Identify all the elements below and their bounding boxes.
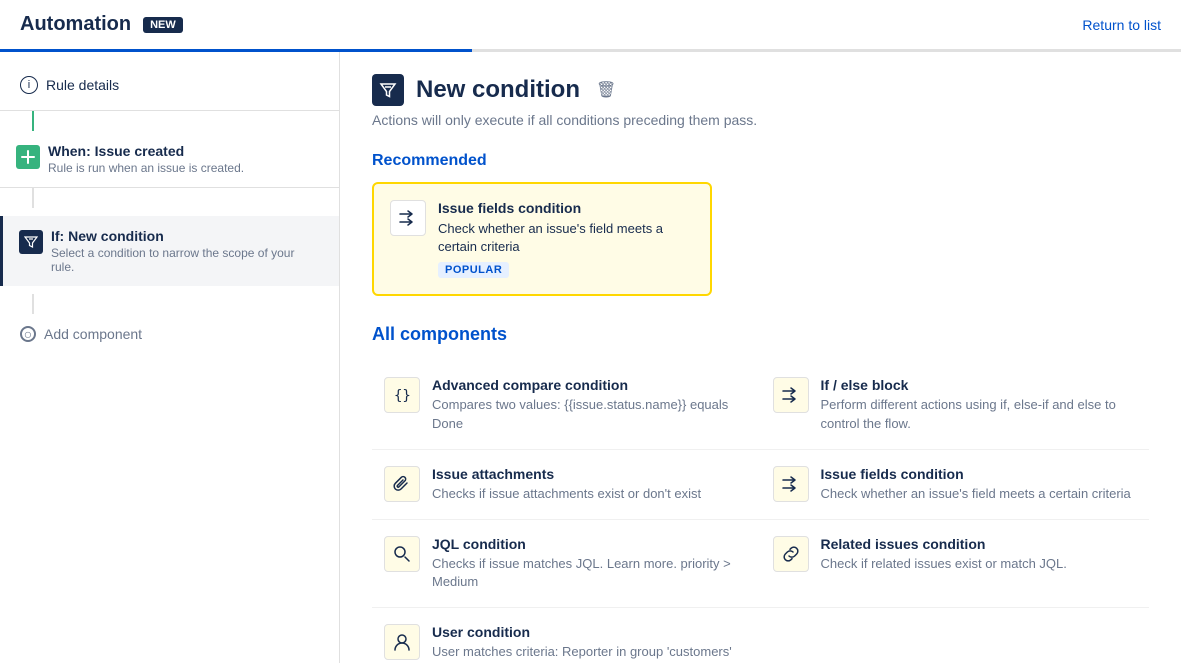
sidebar-rule-details[interactable]: i Rule details — [0, 66, 339, 111]
comp-desc-user-condition: User matches criteria: Reporter in group… — [432, 643, 732, 661]
comp-content-advanced-compare: Advanced compare condition Compares two … — [432, 377, 749, 432]
add-component-button[interactable]: ○ Add component — [0, 314, 339, 354]
sidebar-connector-gray — [32, 188, 34, 208]
progress-bar-fill — [0, 49, 472, 52]
comp-desc-if-else: Perform different actions using if, else… — [821, 396, 1138, 432]
filter-header-icon — [379, 81, 397, 99]
trigger-content: When: Issue created Rule is run when an … — [48, 143, 244, 175]
link-icon — [781, 544, 801, 564]
user-icon-box — [384, 624, 420, 660]
comp-desc-jql: Checks if issue matches JQL. Learn more.… — [432, 555, 749, 591]
app-container: Automation NEW Return to list i Rule det… — [0, 0, 1181, 663]
condition-subtitle: Select a condition to narrow the scope o… — [51, 246, 319, 274]
sidebar-connector-green — [32, 111, 34, 131]
comp-title-attachments: Issue attachments — [432, 466, 701, 482]
component-card-fields-condition[interactable]: Issue fields condition Check whether an … — [761, 450, 1150, 520]
sidebar-connector-gray2 — [32, 294, 34, 314]
info-icon: i — [20, 76, 38, 94]
search-icon — [392, 544, 412, 564]
condition-content: If: New condition Select a condition to … — [51, 228, 319, 274]
condition-icon-box — [19, 230, 43, 254]
all-components-title: All components — [372, 324, 1149, 345]
comp-title-advanced-compare: Advanced compare condition — [432, 377, 749, 393]
trigger-icon-box — [16, 145, 40, 169]
sidebar-trigger[interactable]: When: Issue created Rule is run when an … — [0, 131, 339, 188]
progress-bar-container — [0, 49, 1181, 52]
comp-title-related-issues: Related issues condition — [821, 536, 1067, 552]
comp-title-jql: JQL condition — [432, 536, 749, 552]
recommended-card-content: Issue fields condition Check whether an … — [438, 200, 694, 278]
content-area: New condition 🗑 Actions will only execut… — [340, 50, 1181, 663]
recommended-card-title: Issue fields condition — [438, 200, 694, 216]
recommended-card[interactable]: Issue fields condition Check whether an … — [372, 182, 712, 296]
search-icon-box — [384, 536, 420, 572]
popular-badge: POPULAR — [438, 262, 509, 278]
component-card-if-else[interactable]: If / else block Perform different action… — [761, 361, 1150, 449]
rule-details-label: Rule details — [46, 77, 119, 93]
recommended-card-desc: Check whether an issue's field meets a c… — [438, 220, 694, 256]
comp-content-fields-condition: Issue fields condition Check whether an … — [821, 466, 1131, 503]
recommended-card-icon — [390, 200, 426, 236]
link-icon-box — [773, 536, 809, 572]
shuffle-icon — [398, 208, 418, 228]
fields-condition-icon-box — [773, 466, 809, 502]
code-icon-box: {} — [384, 377, 420, 413]
new-badge: NEW — [143, 17, 183, 33]
component-card-related-issues[interactable]: Related issues condition Check if relate… — [761, 520, 1150, 608]
component-card-attachments[interactable]: Issue attachments Checks if issue attach… — [372, 450, 761, 520]
recommended-section-title: Recommended — [372, 152, 1149, 170]
component-card-user-condition[interactable]: User condition User matches criteria: Re… — [372, 608, 761, 663]
comp-desc-fields-condition: Check whether an issue's field meets a c… — [821, 485, 1131, 503]
trash-icon[interactable]: 🗑 — [596, 80, 616, 100]
comp-content-user-condition: User condition User matches criteria: Re… — [432, 624, 732, 661]
comp-desc-attachments: Checks if issue attachments exist or don… — [432, 485, 701, 503]
attachment-icon — [392, 474, 412, 494]
comp-title-fields-condition: Issue fields condition — [821, 466, 1131, 482]
comp-desc-related-issues: Check if related issues exist or match J… — [821, 555, 1067, 573]
app-title: Automation — [20, 13, 131, 36]
content-subtitle: Actions will only execute if all conditi… — [372, 112, 1149, 128]
condition-title: If: New condition — [51, 228, 319, 244]
trigger-subtitle: Rule is run when an issue is created. — [48, 161, 244, 175]
comp-content-related-issues: Related issues condition Check if relate… — [821, 536, 1067, 573]
content-title: New condition — [416, 76, 580, 104]
filter-icon — [24, 235, 38, 249]
sidebar-condition[interactable]: If: New condition Select a condition to … — [0, 216, 339, 286]
comp-title-if-else: If / else block — [821, 377, 1138, 393]
components-grid: {} Advanced compare condition Compares t… — [372, 361, 1149, 663]
component-card-jql[interactable]: JQL condition Checks if issue matches JQ… — [372, 520, 761, 608]
user-icon — [392, 632, 412, 652]
add-dot-icon: ○ — [20, 326, 36, 342]
comp-content-attachments: Issue attachments Checks if issue attach… — [432, 466, 701, 503]
svg-text:{}: {} — [394, 388, 411, 404]
component-card-advanced-compare[interactable]: {} Advanced compare condition Compares t… — [372, 361, 761, 449]
shuffle-icon3 — [781, 474, 801, 494]
top-bar: Automation NEW Return to list — [0, 0, 1181, 50]
if-else-icon-box — [773, 377, 809, 413]
comp-content-if-else: If / else block Perform different action… — [821, 377, 1138, 432]
main-layout: i Rule details When: Issue created Rule … — [0, 50, 1181, 663]
comp-content-jql: JQL condition Checks if issue matches JQ… — [432, 536, 749, 591]
plus-icon — [21, 150, 35, 164]
attachment-icon-box — [384, 466, 420, 502]
sidebar: i Rule details When: Issue created Rule … — [0, 50, 340, 663]
comp-title-user-condition: User condition — [432, 624, 732, 640]
code-icon: {} — [392, 385, 412, 405]
add-component-label: Add component — [44, 326, 142, 342]
trigger-title: When: Issue created — [48, 143, 244, 159]
shuffle-icon2 — [781, 385, 801, 405]
return-to-list-link[interactable]: Return to list — [1082, 17, 1161, 33]
comp-desc-advanced-compare: Compares two values: {{issue.status.name… — [432, 396, 749, 432]
condition-header-icon — [372, 74, 404, 106]
top-bar-left: Automation NEW — [20, 13, 183, 36]
content-header: New condition 🗑 — [372, 74, 1149, 106]
